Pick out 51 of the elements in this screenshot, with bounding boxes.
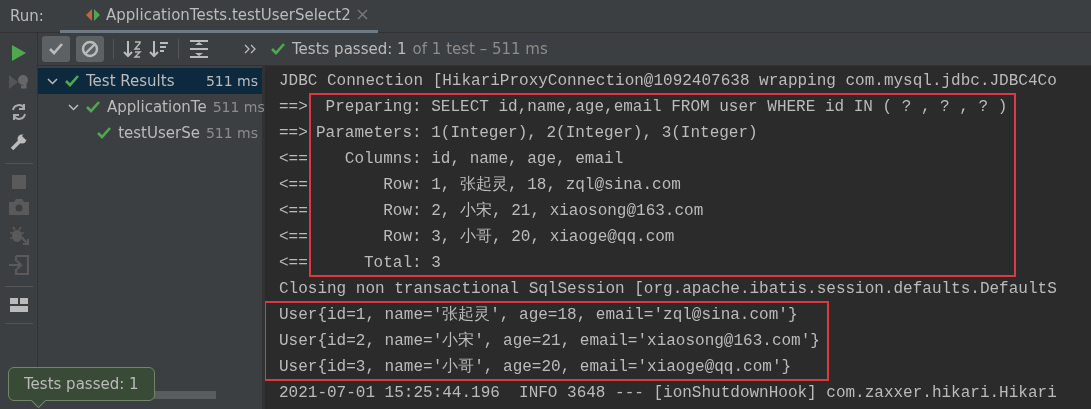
test-name: testUserSe xyxy=(118,124,200,142)
console-line: 2021-07-01 15:25:44.196 INFO 3648 --- [ionShutdownHook] com.zaxxer.hikari.Hikari xyxy=(279,383,1057,404)
chevron-icon[interactable] xyxy=(68,101,79,113)
test-duration: 511 ms xyxy=(205,125,258,141)
close-icon[interactable] xyxy=(356,9,368,20)
console-prefix: <== xyxy=(279,201,309,222)
run-label: Run: xyxy=(9,7,45,25)
expand-collapse-icon[interactable] xyxy=(188,39,210,59)
chevron-icon[interactable] xyxy=(46,75,58,87)
sort-duration-icon[interactable] xyxy=(149,39,169,59)
console-line: User{id=1, name='张起灵', age=18, email='zql@sina.com'} xyxy=(279,305,799,326)
tree-row[interactable]: ApplicationTe 511 ms xyxy=(38,94,262,120)
check-icon xyxy=(48,42,64,56)
cancel-icon xyxy=(81,40,99,58)
layout-icon[interactable] xyxy=(9,298,28,312)
run-icon[interactable] xyxy=(10,44,27,62)
status-detail: of 1 test – 511 ms xyxy=(412,40,548,58)
console-line: User{id=2, name='小宋', age=21, email='xiaosong@163.com'} xyxy=(279,330,820,352)
console-line: Row: 1, 张起灵, 18, zql@sina.com xyxy=(382,175,682,196)
test-name: Test Results xyxy=(86,72,176,90)
console-line: Preparing: SELECT id,name,age,email FROM user WHERE id IN ( ? , ? , ? ) xyxy=(324,97,1008,118)
console-prefix: ==> xyxy=(279,97,309,118)
check-icon xyxy=(85,100,101,114)
tree-row[interactable]: Test Results 511 ms xyxy=(38,68,262,94)
console-line: Closing non transactional SqlSession [org.apache.ibatis.session.defaults.DefaultS xyxy=(279,279,1057,300)
console-prefix: <== xyxy=(279,253,309,274)
console-prefix: <== xyxy=(279,227,309,248)
show-passed-toggle[interactable] xyxy=(42,36,70,62)
status-summary: Tests passed: 1 xyxy=(292,40,407,58)
check-icon xyxy=(64,74,80,88)
console-prefix: ==> xyxy=(279,123,309,144)
console-line: Total: 3 xyxy=(363,253,442,274)
test-run-icon xyxy=(86,8,100,21)
console-line: JDBC Connection [HikariProxyConnection@1092407638 wrapping com.mysql.jdbc.JDBC4Co xyxy=(279,71,1057,92)
test-duration: 511 ms xyxy=(212,99,265,115)
console-prefix: <== xyxy=(279,149,309,170)
wrench-icon[interactable] xyxy=(8,132,29,152)
console-prefix: <== xyxy=(279,175,309,196)
more-icon[interactable] xyxy=(244,44,256,54)
check-icon xyxy=(270,42,286,56)
test-name: ApplicationTe xyxy=(107,98,207,116)
console-line: User{id=3, name='小哥', age=20, email='xiaoge@qq.com'} xyxy=(279,357,793,378)
console-line: Columns: id, name, age, email xyxy=(343,149,625,170)
show-ignored-toggle[interactable] xyxy=(76,36,104,62)
test-duration: 511 ms xyxy=(205,73,258,89)
console-line: Parameters: 1(Integer), 2(Integer), 3(Integer) xyxy=(316,123,759,144)
console-line: Row: 3, 小哥, 20, xiaoge@qq.com xyxy=(382,227,676,248)
check-icon xyxy=(96,126,113,140)
sort-alpha-icon[interactable] xyxy=(123,39,143,59)
tree-row[interactable]: testUserSe 511 ms xyxy=(38,120,262,146)
console-line: Row: 2, 小宋, 21, xiaosong@163.com xyxy=(382,200,705,222)
